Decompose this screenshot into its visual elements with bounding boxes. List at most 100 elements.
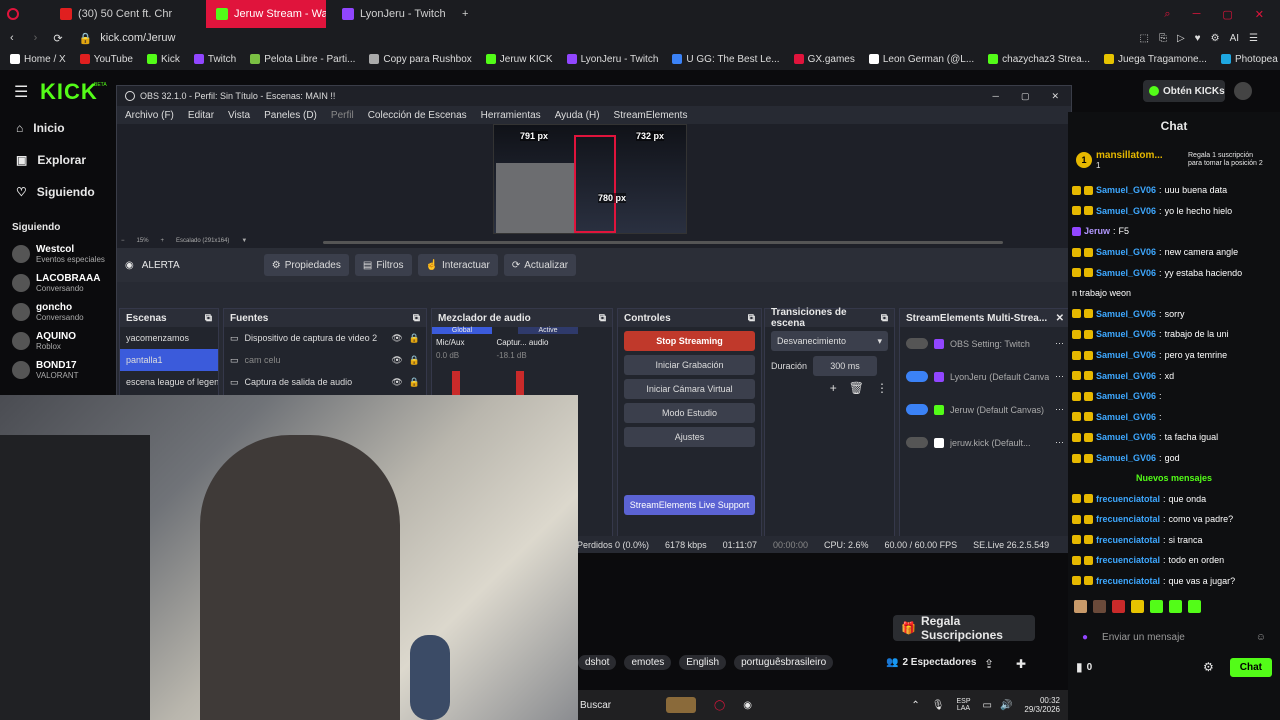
visibility-icon[interactable]: 👁 [391,355,402,366]
back-icon[interactable]: ‹ [10,32,14,44]
transition-select[interactable]: Desvanecimiento ▾ [771,331,888,351]
browser-logo[interactable] [0,0,28,28]
scene-item[interactable]: escena league of legends [120,371,218,393]
emoji-icon[interactable]: ☺ [1256,632,1266,643]
taskbar-app-icon[interactable] [666,697,696,713]
more-icon[interactable]: ⋯ [1055,371,1064,382]
scaling-dropdown-icon[interactable]: ▼ [241,238,247,244]
following-channel[interactable]: LACOBRAAA Conversando [0,268,118,297]
follow-icon[interactable]: ✚ [1016,657,1026,671]
chat-username[interactable]: Samuel_GV06 [1096,268,1156,278]
browser-tab-2[interactable]: Jeruw Stream - Watch Live [206,0,326,28]
trash-icon[interactable]: 🗑 [849,381,864,395]
bookmark-item[interactable]: Home / X [10,54,66,65]
new-messages-banner[interactable]: Nuevos mensajes [1068,468,1280,488]
dock-float-icon[interactable]: ⧉ [748,313,755,324]
nav-siguiendo[interactable]: ♡ Siguiendo [0,176,118,208]
bookmark-item[interactable]: GX.games [793,54,855,65]
emote-icon[interactable] [1093,599,1106,613]
bookmark-item[interactable]: Photopea | Online... [1220,54,1280,65]
chat-username[interactable]: Jeruw [1084,226,1110,236]
start-virtual-camera-button[interactable]: Iniciar Cámara Virtual [624,379,755,399]
obs-menu-item[interactable]: Editar [188,110,214,121]
heart-icon[interactable]: ♥ [1195,33,1201,44]
dock-float-icon[interactable]: ⧉ [599,313,606,324]
visibility-icon[interactable]: 👁 [391,377,402,388]
chat-username[interactable]: Samuel_GV06 [1096,453,1156,463]
chat-username[interactable]: Samuel_GV06 [1096,391,1156,401]
bookmark-item[interactable]: Pelota Libre - Parti... [250,54,355,65]
following-channel[interactable]: BOND17 VALORANT [0,355,118,384]
toggle-switch[interactable] [906,437,928,448]
play-icon[interactable]: ▷ [1177,33,1185,44]
chat-settings-icon[interactable]: ⚙ [1203,660,1214,674]
emote-icon[interactable] [1169,599,1182,613]
language-indicator[interactable]: ESP LAA [956,698,970,712]
source-item[interactable]: ▭ cam celu 👁 🔒 [224,349,426,371]
url-field[interactable]: kick.com/Jeruw [100,32,175,44]
close-icon[interactable]: ✕ [1255,8,1264,21]
browser-tab-1[interactable]: (30) 50 Cent ft. Chris B [50,0,172,28]
minimize-icon[interactable]: ─ [1193,8,1201,21]
chevron-up-icon[interactable]: ⌃ [911,700,919,711]
chat-username[interactable]: frecuenciatotal [1096,494,1160,504]
chat-username[interactable]: Samuel_GV06 [1096,432,1156,442]
user-avatar[interactable] [1234,82,1252,100]
chat-username[interactable]: frecuenciatotal [1096,535,1160,545]
dock-float-icon[interactable]: ⧉ [205,313,212,324]
chat-username[interactable]: Samuel_GV06 [1096,371,1156,381]
obs-taskbar-icon[interactable]: ◉ [743,700,752,711]
start-recording-button[interactable]: Iniciar Grabación [624,355,755,375]
zoom-in-icon[interactable]: + [161,238,165,244]
search-icon[interactable]: ⌕ [1164,8,1170,21]
preview-scrollbar[interactable] [323,241,1003,244]
audio-volume-meter[interactable] [516,371,524,395]
bookmark-item[interactable]: LyonJeru - Twitch [566,54,658,65]
more-icon[interactable]: ⋮ [876,381,888,395]
chat-username[interactable]: Samuel_GV06 [1096,329,1156,339]
chat-username[interactable]: Samuel_GV06 [1096,350,1156,360]
emote-icon[interactable] [1188,599,1201,613]
obs-menu-item[interactable]: Colección de Escenas [368,110,467,121]
following-channel[interactable]: AQUINO Roblox [0,326,118,355]
more-icon[interactable]: ⋯ [1055,437,1064,448]
more-icon[interactable]: ⋯ [1055,338,1064,349]
obs-menu-item[interactable]: Herramientas [481,110,541,121]
stream-tag[interactable]: dshot [578,655,617,670]
zoom-out-icon[interactable]: − [121,238,125,244]
scene-item[interactable]: yacomenzamos [120,327,218,349]
chat-username[interactable]: Samuel_GV06 [1096,247,1156,257]
properties-button[interactable]: ⚙ Propiedades [263,254,349,276]
ai-button[interactable]: AI [1230,33,1239,44]
emote-icon[interactable] [1150,599,1163,613]
obs-menu-item[interactable]: Perfil [331,110,354,121]
obs-menu-item[interactable]: Ayuda (H) [555,110,600,121]
source-item[interactable]: ▭ Dispositivo de captura de video 2 👁 🔒 [224,327,426,349]
bookmark-item[interactable]: Jeruw KICK [485,54,553,65]
emote-icon[interactable] [1131,599,1144,613]
stop-streaming-button[interactable]: Stop Streaming [624,331,755,351]
emote-icon[interactable] [1112,599,1125,613]
lock-icon[interactable]: 🔒 [409,355,420,366]
new-tab-button[interactable]: + [452,0,476,28]
duration-input[interactable]: 300 ms [813,356,878,376]
following-channel[interactable]: Westcol Eventos especiales [0,239,118,268]
hamburger-icon[interactable]: ☰ [14,82,28,102]
following-channel[interactable]: goncho Conversando [0,297,118,326]
refresh-button[interactable]: ⟳ Actualizar [503,254,577,276]
share-icon[interactable]: ⇪ [984,657,994,671]
mixer-tab-active[interactable]: Active [518,327,578,334]
dock-close-icon[interactable]: ✕ [1056,313,1064,324]
toggle-switch[interactable] [906,338,928,349]
gift-subs-button[interactable]: 🎁 Regala Suscripciones [893,614,1035,642]
bookmark-item[interactable]: U GG: The Best Le... [672,54,780,65]
interact-button[interactable]: ☝ Interactuar [417,254,498,276]
chat-username[interactable]: Samuel_GV06 [1096,185,1156,195]
obs-maximize-icon[interactable]: ▢ [1021,91,1030,102]
bookmark-item[interactable]: Leon German (@L... [868,54,974,65]
toggle-switch[interactable] [906,371,928,382]
bookmark-item[interactable]: Kick [146,54,180,65]
visibility-icon[interactable]: 👁 [391,333,402,344]
mic-volume-meter[interactable] [452,371,460,395]
bookmark-item[interactable]: chazychaz3 Strea... [988,54,1090,65]
